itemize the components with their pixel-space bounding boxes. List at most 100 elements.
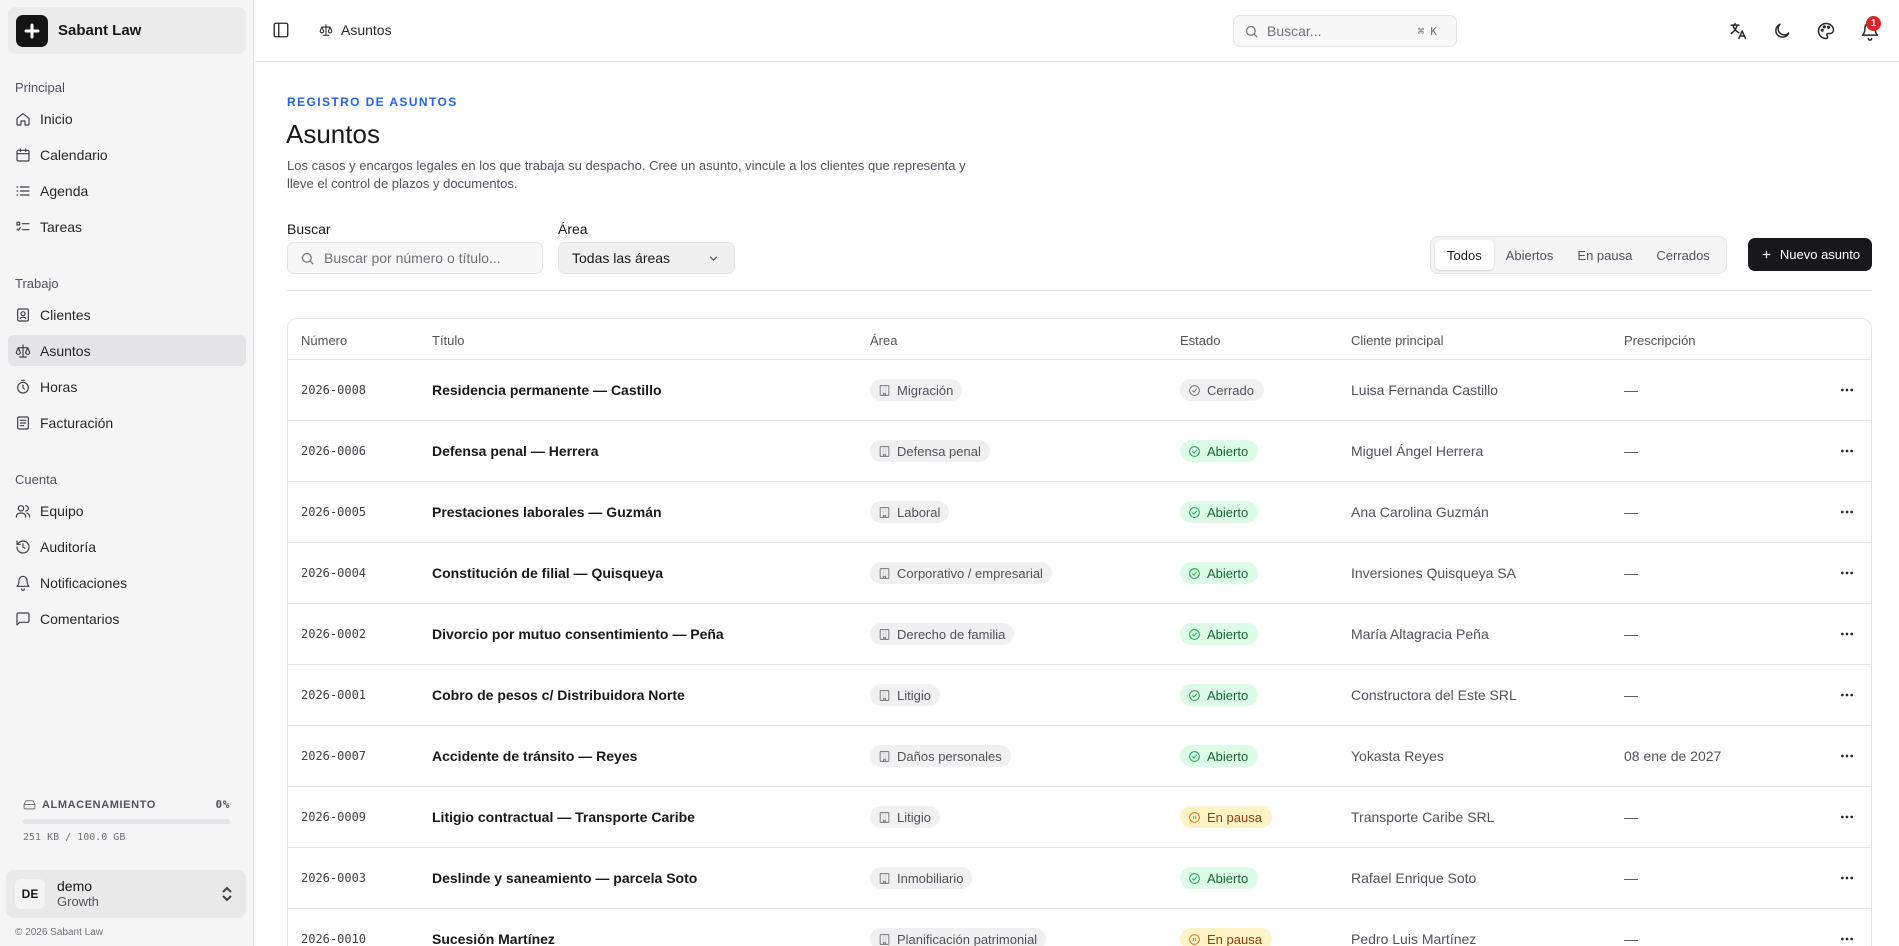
sidebar-item-clientes[interactable]: Clientes [8, 299, 246, 330]
table-row[interactable]: 2026-0003 Deslinde y saneamiento — parcel… [288, 848, 1871, 909]
sidebar-toggle-icon[interactable] [272, 21, 290, 39]
matter-title[interactable]: Divorcio por mutuo consentimiento — Peña [432, 604, 724, 664]
page-title: Asuntos [286, 119, 380, 149]
sidebar-item-label: Comentarios [40, 610, 120, 627]
notification-badge: 1 [1866, 16, 1881, 31]
moon-icon[interactable] [1772, 21, 1792, 41]
matter-title[interactable]: Prestaciones laborales — Guzmán [432, 482, 662, 542]
tab-abiertos[interactable]: Abiertos [1494, 240, 1566, 270]
table-row[interactable]: 2026-0001 Cobro de pesos c/ Distribuidora… [288, 665, 1871, 726]
workspace-switcher[interactable]: Sabant Law [8, 7, 246, 54]
row-actions-button[interactable] [1836, 848, 1858, 908]
row-actions-button[interactable] [1836, 543, 1858, 603]
tab-en-pausa[interactable]: En pausa [1565, 240, 1644, 270]
matter-title[interactable]: Cobro de pesos c/ Distribuidora Norte [432, 665, 685, 725]
row-actions-button[interactable] [1836, 604, 1858, 664]
more-horizontal-icon [1841, 876, 1853, 880]
status-tabs: Todos Abiertos En pausa Cerrados [1430, 236, 1727, 274]
table-row[interactable]: 2026-0002 Divorcio por mutuo consentimien… [288, 604, 1871, 665]
sidebar-item-notificaciones[interactable]: Notificaciones [8, 567, 246, 598]
tab-todos[interactable]: Todos [1435, 240, 1494, 270]
primary-client: Pedro Luis Martínez [1351, 931, 1477, 946]
column-header-cliente[interactable]: Cliente principal [1351, 333, 1444, 348]
matter-number: 2026-0002 [301, 627, 367, 641]
invoice-icon [15, 415, 31, 431]
building-icon [879, 384, 890, 396]
hard-drive-icon [23, 800, 36, 810]
status-closed-icon [1189, 384, 1200, 396]
table-row[interactable]: 2026-0008 Residencia permanente — Castill… [288, 360, 1871, 421]
row-actions-button[interactable] [1836, 482, 1858, 542]
matter-number: 2026-0005 [301, 505, 367, 519]
sidebar-item-horas[interactable]: Horas [8, 371, 246, 402]
row-actions-button[interactable] [1836, 421, 1858, 481]
area-chip: Laboral [870, 501, 950, 523]
status-open-icon [1189, 872, 1200, 884]
global-search[interactable]: Buscar... ⌘K [1233, 15, 1457, 47]
status-badge-label: Abierto [1207, 748, 1249, 764]
matter-number: 2026-0006 [301, 444, 367, 458]
table-row[interactable]: 2026-0006 Defensa penal — Herrera Defensa … [288, 421, 1871, 482]
bell-icon [15, 575, 31, 591]
column-header-titulo[interactable]: Título [432, 333, 465, 348]
status-cell: Abierto [1180, 482, 1259, 542]
matter-title[interactable]: Litigio contractual — Transporte Caribe [432, 787, 695, 847]
table-row[interactable]: 2026-0010 Sucesión Martínez Planificación … [288, 909, 1871, 946]
matter-title[interactable]: Constitución de filial — Quisqueya [432, 543, 663, 603]
matter-title[interactable]: Deslinde y saneamiento — parcela Soto [432, 848, 697, 908]
matter-title[interactable]: Accidente de tránsito — Reyes [432, 726, 637, 786]
nav-section-cuenta: Cuenta [15, 472, 57, 487]
area-cell: Litigio [870, 665, 940, 725]
row-actions-button[interactable] [1836, 665, 1858, 725]
table-row[interactable]: 2026-0007 Accidente de tránsito — Reyes Da… [288, 726, 1871, 787]
palette-icon[interactable] [1816, 21, 1836, 41]
tab-cerrados[interactable]: Cerrados [1644, 240, 1721, 270]
building-icon [879, 567, 890, 579]
row-actions-button[interactable] [1836, 726, 1858, 786]
matter-title[interactable]: Residencia permanente — Castillo [432, 360, 662, 420]
row-actions-button[interactable] [1836, 787, 1858, 847]
column-header-prescripcion[interactable]: Prescripción [1624, 333, 1696, 348]
table-row[interactable]: 2026-0005 Prestaciones laborales — Guzmán… [288, 482, 1871, 543]
matter-search [287, 242, 543, 274]
matter-number: 2026-0009 [301, 810, 367, 824]
sidebar-item-agenda[interactable]: Agenda [8, 175, 246, 206]
new-matter-button[interactable]: Nuevo asunto [1748, 238, 1872, 271]
column-header-numero[interactable]: Número [301, 333, 347, 348]
prescription-date: — [1624, 382, 1638, 398]
user-menu[interactable]: DE demo Growth [6, 870, 246, 918]
column-header-estado[interactable]: Estado [1180, 333, 1220, 348]
sidebar-item-equipo[interactable]: Equipo [8, 495, 246, 526]
sidebar-item-inicio[interactable]: Inicio [8, 103, 246, 134]
matter-title[interactable]: Defensa penal — Herrera [432, 421, 599, 481]
matter-title[interactable]: Sucesión Martínez [432, 909, 555, 946]
status-cell: Abierto [1180, 421, 1259, 481]
building-icon [879, 506, 890, 518]
prescription-date: — [1624, 870, 1638, 886]
language-icon[interactable] [1728, 21, 1748, 41]
top-bar: Asuntos [255, 0, 1899, 62]
sidebar-item-comentarios[interactable]: Comentarios [8, 603, 246, 634]
column-header-area[interactable]: Área [870, 333, 897, 348]
sidebar-item-calendario[interactable]: Calendario [8, 139, 246, 170]
table-row[interactable]: 2026-0004 Constitución de filial — Quisqu… [288, 543, 1871, 604]
area-select[interactable]: Todas las áreas [558, 242, 735, 274]
more-horizontal-icon [1841, 815, 1853, 819]
primary-client: Constructora del Este SRL [1351, 687, 1517, 703]
message-icon [15, 611, 31, 627]
row-actions-button[interactable] [1836, 360, 1858, 420]
table-row[interactable]: 2026-0009 Litigio contractual — Transport… [288, 787, 1871, 848]
prescription-date: 08 ene de 2027 [1624, 748, 1722, 764]
matter-search-input[interactable] [324, 250, 524, 266]
list-icon [15, 183, 31, 199]
more-horizontal-icon [1841, 937, 1853, 941]
row-actions-button[interactable] [1836, 909, 1858, 946]
sidebar-item-asuntos[interactable]: Asuntos [8, 335, 246, 366]
sidebar-item-tareas[interactable]: Tareas [8, 211, 246, 242]
sidebar-item-facturacion[interactable]: Facturación [8, 407, 246, 438]
sidebar-item-auditoria[interactable]: Auditoría [8, 531, 246, 562]
divider [287, 290, 1872, 291]
tasks-icon [15, 219, 31, 235]
area-label: Área [558, 221, 588, 237]
prescription-date: — [1624, 443, 1638, 459]
